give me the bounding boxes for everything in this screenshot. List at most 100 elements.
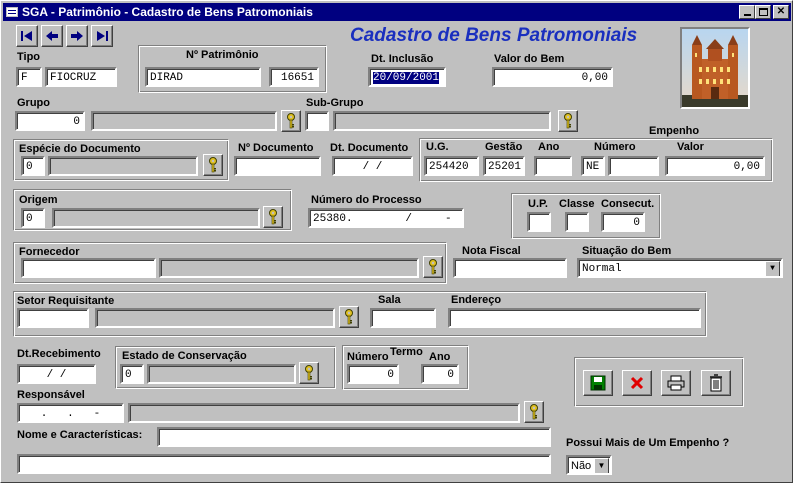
grupo-code-field[interactable]: 0	[15, 111, 85, 131]
subgrupo-code-field[interactable]	[305, 111, 329, 131]
valor-field[interactable]: 0,00	[665, 156, 765, 176]
delete-button[interactable]	[701, 370, 731, 396]
possui-value: Não	[571, 460, 592, 472]
estado-lookup-button[interactable]	[299, 362, 319, 384]
dt-inclusao-field[interactable]: 20/09/2001	[368, 67, 446, 87]
especie-lookup-button[interactable]	[203, 154, 223, 176]
termo-numero-field[interactable]: 0	[347, 364, 399, 384]
grupo-lookup-button[interactable]	[281, 110, 301, 132]
sala-label: Sala	[378, 294, 401, 306]
situacao-label: Situação do Bem	[582, 245, 672, 257]
previous-record-icon	[46, 31, 58, 41]
setor-desc-field	[95, 308, 335, 328]
fornecedor-lookup-button[interactable]	[423, 256, 443, 278]
grupo-desc-field	[91, 111, 277, 131]
minimize-icon	[743, 14, 751, 16]
tipo-label: Tipo	[17, 51, 41, 63]
minimize-button[interactable]	[739, 5, 755, 19]
valor-bem-field[interactable]: 0,00	[492, 67, 613, 87]
numero-prefix-field[interactable]: NE	[581, 156, 605, 176]
ug-field[interactable]: 254420	[424, 156, 479, 176]
sala-field[interactable]	[370, 308, 436, 328]
key-lookup-icon	[345, 309, 353, 325]
close-icon: ✕	[776, 6, 786, 17]
numero-label: Número	[594, 141, 636, 153]
endereco-field[interactable]	[448, 308, 701, 328]
app-menu-icon[interactable]	[6, 7, 18, 17]
nome-label: Nome e Características:	[17, 429, 143, 441]
chevron-down-icon[interactable]: ▼	[594, 458, 609, 473]
building-photo	[680, 27, 750, 109]
key-lookup-icon	[269, 209, 277, 225]
processo-field[interactable]: 25380. / -	[308, 208, 464, 228]
up-field[interactable]	[527, 212, 551, 232]
cancel-button[interactable]	[622, 370, 652, 396]
situacao-value: Normal	[582, 263, 622, 275]
classe-field[interactable]	[565, 212, 589, 232]
ano-label: Ano	[538, 141, 560, 153]
patrimonio-unit-field[interactable]: DIRAD	[145, 67, 261, 87]
situacao-select[interactable]: Normal ▼	[577, 258, 783, 278]
maximize-icon	[758, 8, 768, 16]
subgrupo-desc-field	[333, 111, 551, 131]
estado-label: Estado de Conservação	[122, 350, 247, 362]
setor-label: Setor Requisitante	[17, 295, 115, 307]
consecut-label: Consecut.	[601, 198, 655, 210]
ndoc-field[interactable]	[234, 156, 321, 176]
next-record-button[interactable]	[66, 25, 88, 47]
fornecedor-desc-field	[159, 258, 419, 278]
estado-code-field[interactable]: 0	[120, 364, 144, 384]
next-record-icon	[71, 31, 83, 41]
fornecedor-code-field[interactable]	[21, 258, 156, 278]
especie-label: Espécie do Documento	[19, 143, 141, 155]
key-lookup-icon	[305, 365, 313, 381]
chevron-down-icon[interactable]: ▼	[765, 261, 780, 276]
save-button[interactable]	[583, 370, 613, 396]
window-title: SGA - Patrimônio - Cadastro de Bens Patr…	[22, 5, 313, 19]
first-record-button[interactable]	[16, 25, 38, 47]
first-record-icon	[21, 31, 32, 41]
estado-desc-field	[147, 364, 296, 384]
nota-label: Nota Fiscal	[462, 245, 521, 257]
termo-ano-field[interactable]: 0	[421, 364, 459, 384]
gestao-field[interactable]: 25201	[483, 156, 525, 176]
ano-field[interactable]	[534, 156, 572, 176]
termo-label: Termo	[390, 346, 423, 358]
responsavel-name-field	[128, 403, 520, 423]
trash-icon	[710, 374, 722, 392]
nome-field-1[interactable]	[157, 427, 551, 447]
last-record-icon	[97, 31, 108, 41]
nome-field-2[interactable]	[17, 454, 551, 474]
possui-select[interactable]: Não ▼	[566, 455, 612, 475]
setor-code-field[interactable]	[17, 308, 89, 328]
setor-lookup-button[interactable]	[339, 306, 359, 328]
last-record-button[interactable]	[91, 25, 113, 47]
close-button[interactable]: ✕	[773, 5, 789, 19]
responsavel-lookup-button[interactable]	[524, 401, 544, 423]
numero-field[interactable]	[608, 156, 659, 176]
tipo-code-field[interactable]: F	[16, 67, 42, 87]
dtreceb-field[interactable]: / /	[17, 364, 96, 384]
ug-label: U.G.	[426, 141, 449, 153]
up-label: U.P.	[528, 198, 548, 210]
cancel-x-icon	[630, 376, 644, 390]
endereco-label: Endereço	[451, 294, 502, 306]
consecut-field[interactable]: 0	[601, 212, 645, 232]
dtdoc-field[interactable]: / /	[332, 156, 413, 176]
empenho-label: Empenho	[649, 125, 700, 137]
especie-code-field[interactable]: 0	[21, 156, 45, 176]
subgrupo-lookup-button[interactable]	[558, 110, 578, 132]
dt-inclusao-label: Dt. Inclusão	[371, 53, 434, 65]
patrimonio-number-field[interactable]: 16651	[269, 67, 319, 87]
tipo-name-field[interactable]: FIOCRUZ	[45, 67, 117, 87]
maximize-button[interactable]	[755, 5, 771, 19]
title-bar[interactable]: SGA - Patrimônio - Cadastro de Bens Patr…	[3, 3, 791, 21]
patrimonio-label: Nº Patrimônio	[186, 49, 259, 61]
previous-record-button[interactable]	[41, 25, 63, 47]
responsavel-cpf-field[interactable]: . . -	[17, 403, 124, 423]
key-lookup-icon	[429, 259, 437, 275]
origem-lookup-button[interactable]	[263, 206, 283, 228]
nota-field[interactable]	[453, 258, 567, 278]
print-button[interactable]	[661, 370, 691, 396]
origem-code-field[interactable]: 0	[21, 208, 45, 228]
